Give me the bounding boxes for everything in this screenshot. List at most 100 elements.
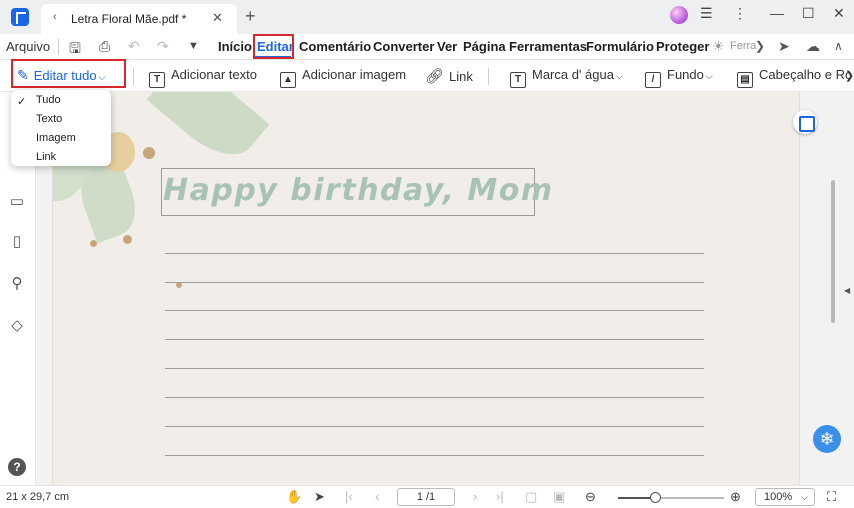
divider xyxy=(488,68,489,85)
zoom-level-value: 100% xyxy=(764,491,793,503)
floral-leaf xyxy=(146,92,270,171)
fullscreen-icon[interactable]: ⛶ xyxy=(827,489,836,505)
menu-inicio[interactable]: Início xyxy=(218,39,252,54)
dropdown-item-texto[interactable]: Texto xyxy=(36,113,62,125)
chevron-right-icon[interactable]: ❯ xyxy=(755,39,765,53)
ruled-line xyxy=(165,339,704,340)
dropdown-item-link[interactable]: Link xyxy=(36,151,56,163)
single-page-view-icon[interactable]: ▢ xyxy=(525,489,537,505)
collapse-icon[interactable]: ∧ xyxy=(834,39,843,53)
ruled-line xyxy=(165,253,704,254)
edit-all-dropdown: ✓ Tudo Texto Imagem Link xyxy=(11,90,111,166)
menu-formulario[interactable]: Formulário xyxy=(586,39,654,54)
comment-icon[interactable]: ▭ xyxy=(8,192,26,210)
dropdown-item-imagem[interactable]: Imagem xyxy=(36,132,76,144)
maximize-button[interactable]: ☐ xyxy=(802,5,815,22)
background-label: Fundo xyxy=(667,67,704,82)
redo-icon[interactable]: ↷ xyxy=(157,38,169,55)
toolbar-scroll-right-icon[interactable]: ❯ xyxy=(845,69,854,82)
page-size-label: 21 x 29,7 cm xyxy=(6,491,69,503)
share-icon[interactable]: ➤ xyxy=(778,38,790,55)
avatar[interactable] xyxy=(670,6,688,24)
ruled-line xyxy=(165,368,704,369)
app-logo-icon[interactable] xyxy=(11,8,29,26)
link-icon: 🔗︎ xyxy=(425,68,445,85)
header-footer-button[interactable]: ▤ Cabeçalho e Ro xyxy=(737,67,852,88)
watermark-label: Marca d' água xyxy=(532,67,614,82)
menu-overflow-label[interactable]: Ferra xyxy=(730,40,756,52)
menu-comentario[interactable]: Comentário xyxy=(299,39,371,54)
select-tool-icon[interactable]: ➤ xyxy=(314,489,325,505)
checkmark-icon: ✓ xyxy=(17,96,27,108)
chevron-down-icon: ⌵ xyxy=(615,71,623,81)
next-page-icon[interactable]: › xyxy=(473,489,477,504)
menu-pagina[interactable]: Página xyxy=(463,39,506,54)
zoom-level-select[interactable]: 100% ⌵ xyxy=(755,488,815,506)
menu-proteger[interactable]: Proteger xyxy=(656,39,709,54)
watermark-icon: T xyxy=(510,72,526,88)
zoom-out-icon[interactable]: ⊖ xyxy=(585,489,596,505)
previous-page-icon[interactable]: ‹ xyxy=(375,489,379,504)
minimize-button[interactable]: — xyxy=(770,5,784,21)
new-tab-button[interactable]: + xyxy=(245,6,256,27)
ruled-line xyxy=(165,310,704,311)
bookmark-icon[interactable]: ▯ xyxy=(8,232,26,250)
background-icon: / xyxy=(645,72,661,88)
two-page-view-icon[interactable]: ▣ xyxy=(553,489,565,505)
undo-icon[interactable]: ↶ xyxy=(128,38,140,55)
help-icon[interactable]: ? xyxy=(8,458,26,476)
close-window-button[interactable]: ✕ xyxy=(833,5,845,22)
status-bar: 21 x 29,7 cm ✋ ➤ |‹ ‹ 1 /1 › ›| ▢ ▣ ⊖ ⊕ … xyxy=(0,485,854,508)
menu-converter[interactable]: Converter xyxy=(373,39,434,54)
zoom-slider-handle[interactable] xyxy=(650,492,662,503)
more-options-icon[interactable]: ⋮ xyxy=(733,5,747,22)
tab-close-button[interactable]: ✕ xyxy=(212,10,223,26)
layers-icon[interactable]: ◇ xyxy=(8,316,26,334)
link-button[interactable]: 🔗︎ Link xyxy=(425,67,473,85)
chevron-down-icon: ⌵ xyxy=(801,492,808,502)
watermark-button[interactable]: T Marca d' água ⌵ xyxy=(510,67,623,88)
menu-bar: Arquivo 🖫 ⎙ ↶ ↷ ▼ Início Editar Comentár… xyxy=(0,34,854,60)
document-tab[interactable]: ‹ Letra Floral Mãe.pdf * ✕ xyxy=(41,4,237,34)
add-text-button[interactable]: T Adicionar texto xyxy=(149,67,257,88)
document-heading[interactable]: Happy birthday, Mom xyxy=(163,173,554,208)
ruled-line xyxy=(165,282,704,283)
last-page-icon[interactable]: ›| xyxy=(496,489,504,504)
ai-assistant-icon[interactable]: ❄ xyxy=(813,425,841,453)
ruled-line xyxy=(165,455,704,456)
print-icon[interactable]: ⎙ xyxy=(99,38,110,55)
image-icon: ▲ xyxy=(280,72,296,88)
menu-ver[interactable]: Ver xyxy=(437,39,457,54)
divider xyxy=(133,68,134,85)
ruled-line xyxy=(165,426,704,427)
floral-dot xyxy=(90,240,97,247)
add-image-button[interactable]: ▲ Adicionar imagem xyxy=(280,67,406,88)
lightbulb-icon[interactable]: ☀ xyxy=(712,38,725,55)
header-footer-label: Cabeçalho e Ro xyxy=(759,67,853,82)
search-icon[interactable]: ⚲ xyxy=(8,274,26,292)
upload-cloud-icon[interactable]: ☁ xyxy=(806,38,820,55)
add-image-label: Adicionar imagem xyxy=(302,67,407,82)
zoom-in-icon[interactable]: ⊕ xyxy=(730,489,741,505)
text-box-icon: T xyxy=(149,72,165,88)
chevron-down-icon: ⌵ xyxy=(705,71,713,81)
first-page-icon[interactable]: |‹ xyxy=(345,489,353,504)
link-label: Link xyxy=(449,69,473,84)
quick-access-dropdown-icon[interactable]: ▼ xyxy=(188,40,199,52)
edit-toolbar: ✎ Editar tudo ⌵ T Adicionar texto ▲ Adiciona… xyxy=(0,59,854,92)
background-button[interactable]: / Fundo ⌵ xyxy=(645,67,713,88)
page-number-input[interactable]: 1 /1 xyxy=(397,488,455,506)
menu-ferramentas[interactable]: Ferramentas xyxy=(509,39,587,54)
vertical-scrollbar[interactable] xyxy=(831,180,835,323)
fit-page-icon[interactable] xyxy=(793,110,817,134)
expand-right-panel-icon[interactable]: ◀ xyxy=(844,286,850,295)
floral-dot xyxy=(143,147,155,159)
add-text-label: Adicionar texto xyxy=(171,67,257,82)
tab-title: Letra Floral Mãe.pdf * xyxy=(71,12,187,26)
floral-dot xyxy=(123,235,132,244)
editar-highlight-box xyxy=(253,34,294,59)
hand-tool-icon[interactable]: ✋ xyxy=(286,489,302,505)
message-icon[interactable]: ☰ xyxy=(700,5,713,22)
dropdown-item-tudo[interactable]: Tudo xyxy=(36,94,61,106)
menu-file[interactable]: Arquivo xyxy=(6,39,50,54)
